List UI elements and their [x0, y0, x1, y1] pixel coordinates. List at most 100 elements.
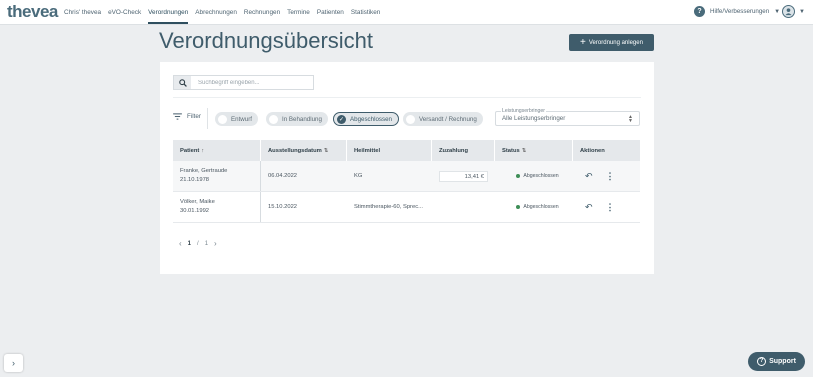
column-header-heilmittel: Heilmittel	[347, 140, 432, 161]
column-header-ausstellungsdatum[interactable]: Ausstellungsdatum ⇅	[261, 140, 347, 161]
more-options-icon[interactable]: ⋮	[606, 171, 615, 182]
more-options-icon[interactable]: ⋮	[606, 202, 615, 213]
divider	[207, 108, 208, 129]
column-label: Zuzahlung	[439, 147, 468, 154]
page-separator: /	[197, 240, 199, 247]
column-label: Heilmittel	[354, 147, 381, 154]
question-icon: ?	[757, 357, 767, 366]
current-page: 1	[187, 240, 192, 247]
support-label: Support	[769, 358, 796, 365]
page-title: Verordnungsübersicht	[159, 28, 374, 53]
top-navigation-bar: thevea Chris' thevea eVO-Check Verordnun…	[0, 0, 813, 25]
date-cell: 15.10.2022	[268, 204, 298, 210]
create-prescription-label: Verordnung anlegen	[588, 39, 643, 46]
search-input[interactable]	[191, 76, 313, 89]
sort-icon: ⇅	[323, 147, 329, 154]
radio-icon	[406, 114, 415, 124]
filter-label: Filter	[187, 113, 201, 120]
radio-icon	[218, 114, 227, 124]
prescription-table: Patient ↑ Ausstellungsdatum ⇅ Heilmittel…	[173, 140, 640, 223]
remedy-cell: Stimmtherapie-60, Sprec...	[354, 204, 423, 210]
main-nav: Chris' thevea eVO-Check Verordnungen Abr…	[64, 0, 380, 25]
user-icon	[785, 8, 792, 16]
search-button[interactable]	[174, 76, 191, 89]
pagination: ‹ 1 / 1 ›	[179, 239, 217, 248]
column-label: Status	[502, 147, 520, 154]
undo-icon[interactable]: ↶	[585, 171, 593, 182]
status-chip-label: In Behandlung	[282, 115, 322, 123]
status-chip-label: Abgeschlossen	[350, 115, 392, 123]
sidebar-expand-button[interactable]: ›	[4, 354, 23, 372]
status-dot-icon	[516, 205, 521, 209]
status-chip-label: Versandt / Rechnung	[419, 115, 477, 123]
nav-item-patienten[interactable]: Patienten	[317, 2, 344, 24]
column-header-aktionen: Aktionen	[573, 140, 640, 161]
nav-item-termine[interactable]: Termine	[287, 2, 310, 24]
status-chip-in-behandlung[interactable]: In Behandlung	[266, 112, 328, 126]
nav-item-rechnungen[interactable]: Rechnungen	[244, 2, 280, 24]
sort-icon: ⇅	[521, 147, 527, 154]
chevron-down-icon: ▼	[774, 8, 781, 15]
patient-dob: 21.10.1978	[180, 177, 210, 183]
copay-field[interactable]: 13,41 €	[439, 170, 488, 182]
status-badge: Abgeschlossen	[523, 173, 559, 179]
patient-cell: Völker, Maike 30.01.1992	[173, 192, 261, 222]
plus-icon: +	[580, 36, 586, 48]
status-cell: Abgeschlossen	[495, 161, 573, 191]
divider	[173, 97, 641, 98]
provider-select-value: Alle Leistungserbringer	[502, 115, 566, 122]
user-menu[interactable]: ▼	[782, 5, 805, 18]
status-chip-label: Entwurf	[231, 115, 252, 123]
copay-cell	[432, 192, 495, 222]
column-header-status[interactable]: Status ⇅	[495, 140, 573, 161]
help-icon: ?	[694, 6, 705, 17]
create-prescription-button[interactable]: + Verordnung anlegen	[569, 34, 654, 51]
chevron-right-icon: ›	[12, 358, 15, 368]
column-label: Patient	[180, 147, 200, 154]
filter-button[interactable]: Filter	[173, 113, 201, 120]
check-icon: ✓	[337, 114, 346, 124]
provider-select-label: Leistungserbringer	[501, 108, 546, 114]
help-menu[interactable]: ? Hilfe/Verbesserungen ▼	[694, 6, 780, 17]
table-header: Patient ↑ Ausstellungsdatum ⇅ Heilmittel…	[173, 140, 640, 161]
column-label: Aktionen	[580, 147, 605, 154]
nav-item-evo-check[interactable]: eVO-Check	[108, 2, 141, 24]
column-header-zuzahlung: Zuzahlung	[432, 140, 495, 161]
nav-item-verordnungen[interactable]: Verordnungen	[148, 2, 189, 24]
column-header-patient[interactable]: Patient ↑	[173, 140, 261, 161]
nav-item-abrechnungen[interactable]: Abrechnungen	[195, 2, 237, 24]
search-box	[173, 75, 314, 90]
patient-name: Franke, Gertraude	[180, 168, 228, 174]
app-logo[interactable]: thevea	[7, 2, 58, 22]
radio-icon	[269, 114, 278, 124]
prescription-card: Filter Entwurf In Behandlung ✓ Abgeschlo…	[160, 62, 654, 274]
sort-ascending-icon: ↑	[201, 147, 205, 154]
help-label: Hilfe/Verbesserungen	[710, 8, 770, 15]
patient-cell: Franke, Gertraude 21.10.1978	[173, 161, 261, 191]
search-icon	[178, 78, 187, 87]
undo-icon[interactable]: ↶	[585, 202, 593, 213]
select-arrows-icon: ▲ ▼	[628, 113, 633, 124]
chevron-down-icon: ▼	[799, 8, 805, 15]
filter-icon	[173, 113, 182, 120]
remedy-cell: KG	[354, 173, 363, 179]
status-chip-entwurf[interactable]: Entwurf	[215, 112, 258, 126]
status-cell: Abgeschlossen	[495, 192, 573, 222]
table-row[interactable]: Franke, Gertraude 21.10.1978 06.04.2022 …	[173, 161, 640, 192]
column-label: Ausstellungsdatum	[268, 147, 322, 154]
status-dot-icon	[516, 174, 521, 178]
chevron-right-icon[interactable]: ›	[214, 239, 217, 248]
nav-item-statistiken[interactable]: Statistiken	[351, 2, 380, 24]
chevron-left-icon[interactable]: ‹	[179, 239, 182, 248]
actions-cell: ↶ ⋮	[573, 161, 640, 191]
status-chip-abgeschlossen[interactable]: ✓ Abgeschlossen	[333, 112, 399, 126]
nav-item-chris-theva[interactable]: Chris' thevea	[64, 2, 101, 24]
support-button[interactable]: ? Support	[748, 352, 805, 371]
copay-cell: 13,41 €	[432, 161, 495, 191]
date-cell: 06.04.2022	[268, 173, 298, 179]
table-row[interactable]: Völker, Maike 30.01.1992 15.10.2022 Stim…	[173, 192, 640, 223]
avatar	[782, 5, 795, 18]
status-chip-versandt-rechnung[interactable]: Versandt / Rechnung	[403, 112, 483, 126]
actions-cell: ↶ ⋮	[573, 192, 640, 222]
status-badge: Abgeschlossen	[523, 204, 559, 210]
